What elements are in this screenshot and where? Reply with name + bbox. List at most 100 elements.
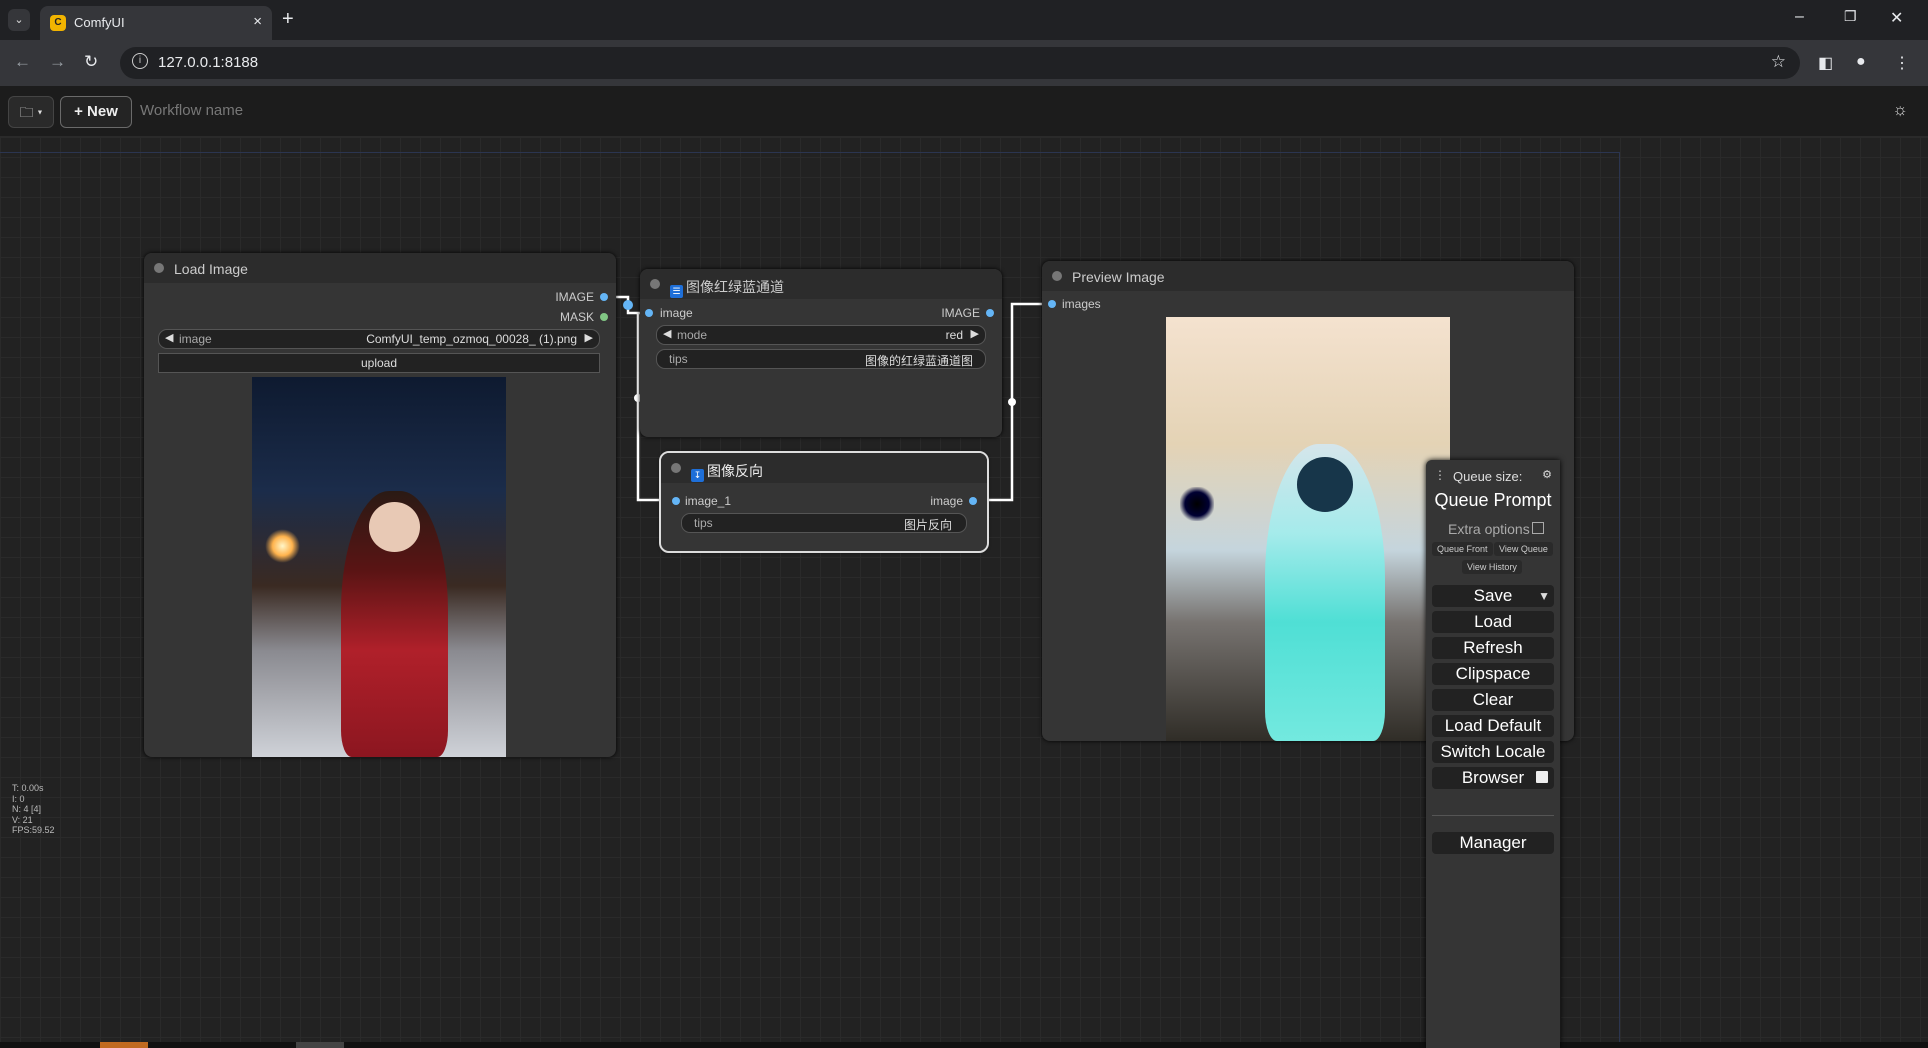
image-combo-widget[interactable]: ◀ image ComfyUI_temp_ozmoq_00028_ (1).pn… [158,329,600,349]
clear-button[interactable]: Clear [1432,689,1554,711]
address-toolbar: ← → ↻ i 127.0.0.1:8188 ☆ ◧ ● ⋮ [0,40,1928,86]
widget-value: red [945,328,963,342]
input-images-slot[interactable] [1048,300,1056,308]
collapse-dot-icon[interactable] [154,263,164,273]
refresh-button[interactable]: Refresh [1432,637,1554,659]
browser-label: Browser [1461,768,1525,787]
queue-size-label: Queue size: [1453,469,1523,484]
collapse-dot-icon[interactable] [650,279,660,289]
group-border [0,152,1620,153]
url-bar[interactable]: i 127.0.0.1:8188 ☆ [120,47,1800,79]
collapse-dot-icon[interactable] [671,463,681,473]
output-image-slot[interactable] [600,293,608,301]
output-mask-slot[interactable] [600,313,608,321]
view-queue-button[interactable]: View Queue [1494,542,1553,556]
profile-icon[interactable]: ● [1856,53,1866,71]
site-info-icon[interactable]: i [132,53,148,69]
node-header[interactable]: ☰ 图像红绿蓝通道 [640,269,1002,299]
tab-list-button[interactable]: ⌄ [8,9,30,31]
input-image-label: image_1 [685,494,732,508]
arrow-left-icon[interactable]: ◀ [165,331,173,344]
save-disk-icon[interactable] [1536,771,1548,783]
tab-title: ComfyUI [74,15,125,30]
queue-prompt-button[interactable]: Queue Prompt [1426,490,1560,511]
forward-icon[interactable]: → [49,52,66,72]
new-workflow-button[interactable]: + New [60,96,132,128]
clipspace-button[interactable]: Clipspace [1432,663,1554,685]
input-image-label: image [660,306,693,320]
browser-tab-bar: ⌄ C ComfyUI × + – ❐ ✕ [0,0,1928,40]
switch-locale-button[interactable]: Switch Locale [1432,741,1554,763]
new-tab-button[interactable]: + [282,8,294,31]
input-image-slot[interactable] [645,309,653,317]
output-image-slot[interactable] [969,497,977,505]
node-title-text: 图像红绿蓝通道 [686,279,784,295]
settings-icon[interactable]: ⚙ [1542,468,1552,481]
output-image-label: image [930,494,963,508]
browser-tab[interactable]: C ComfyUI × [40,6,272,40]
extra-options-toggle[interactable]: Extra options [1448,521,1544,537]
save-button[interactable]: Save ▼ [1432,585,1554,607]
theme-toggle-icon[interactable]: ☼ [1892,100,1908,120]
drag-handle-icon[interactable]: ⋮ [1434,468,1446,482]
bookmark-star-icon[interactable]: ☆ [1771,52,1786,72]
output-image-slot[interactable] [986,309,994,317]
workflow-menu-button[interactable]: 🗀 ▾ [8,96,54,128]
stat-time: T: 0.00s [12,783,44,793]
queue-front-button[interactable]: Queue Front [1432,542,1493,556]
tips-text-widget[interactable]: tips 图片反向 [681,513,967,533]
workflow-name-input[interactable]: Workflow name [140,102,243,119]
mode-combo-widget[interactable]: ◀ mode red ▶ [656,325,986,345]
arrow-right-icon[interactable]: ▶ [971,327,979,340]
save-dropdown-icon[interactable]: ▼ [1538,585,1550,607]
view-history-button[interactable]: View History [1462,560,1522,574]
side-panel-icon[interactable]: ◧ [1818,53,1833,73]
widget-label: tips [669,352,688,366]
stat-nodes: N: 4 [4] [12,804,42,814]
node-header[interactable]: Load Image [144,253,616,283]
chevron-down-icon: ▾ [37,104,43,120]
node-title: ☰ 图像红绿蓝通道 [670,277,784,298]
comfyui-favicon-icon: C [50,15,66,31]
tips-text-widget[interactable]: tips 图像的红绿蓝通道图 [656,349,986,369]
widget-value: ComfyUI_temp_ozmoq_00028_ (1).png [366,332,577,346]
arrow-left-icon[interactable]: ◀ [663,327,671,340]
url-text: 127.0.0.1:8188 [158,54,259,71]
folder-icon: 🗀 [19,104,34,120]
bottom-indicator [296,1042,344,1048]
restore-icon[interactable]: ❐ [1844,8,1857,25]
menu-divider [1432,815,1554,816]
preview-output-image [1166,317,1450,741]
extra-options-checkbox[interactable] [1531,522,1544,534]
input-images-label: images [1062,297,1101,311]
minimize-icon[interactable]: – [1795,8,1804,26]
load-image-node[interactable]: Load Image IMAGE MASK ◀ image ComfyUI_te… [144,253,616,757]
arrow-right-icon[interactable]: ▶ [585,331,593,344]
window-close-icon[interactable]: ✕ [1890,8,1903,28]
load-default-button[interactable]: Load Default [1432,715,1554,737]
node-title-text: 图像反向 [707,463,763,479]
widget-value: 图像的红绿蓝通道图 [864,354,973,368]
input-image-slot[interactable] [672,497,680,505]
tab-close-icon[interactable]: × [253,13,262,30]
node-header[interactable]: ↧ 图像反向 [661,453,987,483]
rgb-channel-node[interactable]: ☰ 图像红绿蓝通道 image IMAGE ◀ mode red ▶ tips 图… [640,269,1002,437]
widget-label: image [179,332,212,346]
load-button[interactable]: Load [1432,611,1554,633]
comfy-menu-panel: ⋮ Queue size: ⚙ Queue Prompt Extra optio… [1426,460,1560,1048]
node-header[interactable]: Preview Image [1042,261,1574,291]
stat-fps: FPS:59.52 [12,825,55,835]
back-icon[interactable]: ← [14,52,31,72]
bottom-bar [0,1042,1928,1048]
manager-button[interactable]: Manager [1432,832,1554,854]
reload-icon[interactable]: ↻ [84,52,98,72]
output-image-label: IMAGE [941,306,980,320]
invert-image-node[interactable]: ↧ 图像反向 image_1 image tips 图片反向 [659,451,989,553]
node-title: Preview Image [1072,269,1165,285]
canvas-stats: T: 0.00s I: 0 N: 4 [4] V: 21 FPS:59.52 [12,783,55,836]
collapse-dot-icon[interactable] [1052,271,1062,281]
browser-menu-icon[interactable]: ⋮ [1894,53,1910,73]
upload-button[interactable]: upload [158,353,600,373]
custom-node-badge-icon: ☰ [670,285,683,298]
browser-button[interactable]: Browser [1432,767,1554,789]
